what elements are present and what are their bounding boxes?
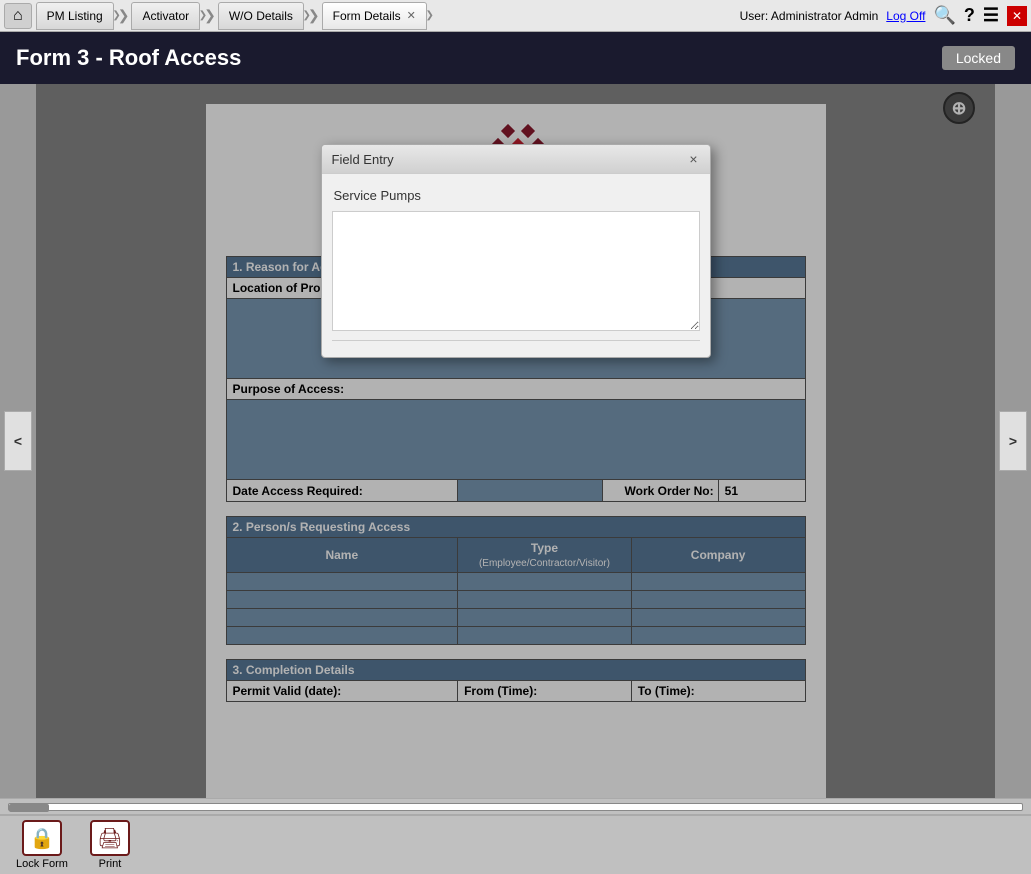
page-title: Form 3 - Roof Access (16, 45, 241, 71)
print-button[interactable]: 🖨 Print (80, 816, 140, 874)
lock-icon: 🔒 (22, 820, 62, 856)
dialog-title-bar: Field Entry × (322, 145, 710, 174)
tab-label: W/O Details (229, 9, 293, 23)
user-text: User: Administrator Admin (740, 9, 879, 23)
lock-form-button[interactable]: 🔒 Lock Form (8, 816, 76, 874)
app-close-button[interactable]: ✕ (1007, 6, 1027, 26)
tab-form-details[interactable]: Form Details ✕ (322, 2, 427, 30)
locked-badge: Locked (942, 46, 1015, 70)
lock-label: Lock Form (16, 858, 68, 870)
tab-pm-listing[interactable]: PM Listing (36, 2, 114, 30)
dialog-title: Field Entry (332, 152, 394, 167)
print-icon: 🖨 (90, 820, 130, 856)
field-entry-dialog: Field Entry × Service Pumps (321, 144, 711, 358)
scroll-thumb[interactable] (9, 804, 49, 812)
main-area: < ⊕ (0, 84, 1031, 798)
bottom-toolbar: 🔒 Lock Form 🖨 Print (0, 814, 1031, 874)
nav-bar: ⌂ PM Listing ❯ Activator ❯ W/O Details ❯… (0, 0, 1031, 32)
dialog-current-value: Service Pumps (332, 184, 700, 207)
dialog-textarea[interactable] (332, 211, 700, 331)
tab-label: PM Listing (47, 9, 103, 23)
next-button[interactable]: > (999, 411, 1027, 471)
dialog-separator (332, 340, 700, 341)
tab-wo-details[interactable]: W/O Details (218, 2, 304, 30)
logoff-link[interactable]: Log Off (886, 9, 925, 23)
dialog-body: Service Pumps (322, 174, 710, 357)
menu-icon[interactable]: ☰ (983, 5, 999, 26)
tab-label: Activator (142, 9, 189, 23)
print-label: Print (99, 858, 122, 870)
doc-area: ⊕ (36, 84, 995, 798)
help-icon[interactable]: ? (964, 5, 975, 26)
nav-right: User: Administrator Admin Log Off 🔍 ? ☰ … (740, 5, 1027, 26)
home-button[interactable]: ⌂ (4, 3, 32, 29)
horizontal-scrollbar[interactable] (0, 798, 1031, 814)
tab-activator[interactable]: Activator (131, 2, 200, 30)
page-header: Form 3 - Roof Access Locked (0, 32, 1031, 84)
scroll-track (8, 803, 1023, 811)
dialog-overlay: Field Entry × Service Pumps (36, 84, 995, 798)
dialog-close-button[interactable]: × (687, 151, 699, 167)
search-icon[interactable]: 🔍 (933, 5, 955, 26)
tab-label: Form Details (333, 9, 401, 23)
tab-close-icon[interactable]: ✕ (407, 9, 416, 22)
prev-button[interactable]: < (4, 411, 32, 471)
